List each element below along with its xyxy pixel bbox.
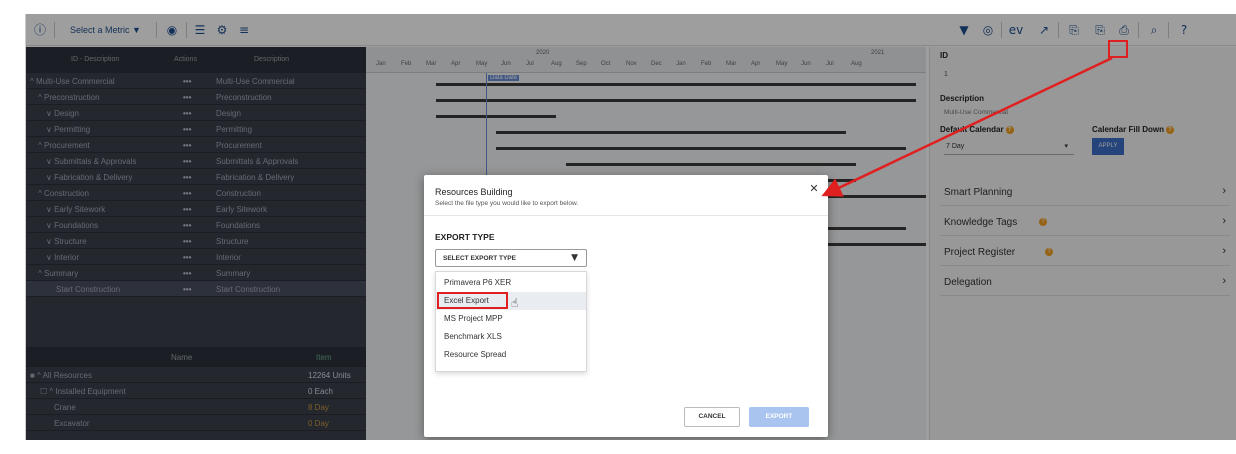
export-type-select-value: SELECT EXPORT TYPE: [443, 255, 516, 262]
dialog-divider: [424, 215, 828, 216]
option-ms-project-mpp[interactable]: MS Project MPP: [436, 310, 586, 328]
export-type-select[interactable]: SELECT EXPORT TYPE ▼: [435, 249, 587, 267]
option-resource-spread[interactable]: Resource Spread: [436, 346, 586, 364]
app-window: ⓘ Select a Metric ▼ ◉ ☰ ⚙ ≡ ▼ ◎ ev ↗ ⎘ ⎘…: [25, 14, 1236, 440]
option-label: Primavera P6 XER: [444, 278, 512, 287]
hand-cursor-icon: ☝: [511, 296, 519, 310]
export-icon-highlight: [1108, 40, 1128, 58]
export-type-options: Primavera P6 XER Excel Export MS Project…: [435, 271, 587, 372]
option-benchmark-xls[interactable]: Benchmark XLS: [436, 328, 586, 346]
export-button[interactable]: EXPORT: [749, 407, 809, 427]
option-label: Benchmark XLS: [444, 332, 502, 341]
export-dialog: Resources Building Select the file type …: [424, 175, 828, 437]
close-icon[interactable]: ✕: [808, 183, 820, 195]
caret-down-icon: ▼: [571, 253, 578, 263]
excel-export-highlight: [437, 292, 508, 309]
option-label: Resource Spread: [444, 350, 507, 359]
option-primavera-p6-xer[interactable]: Primavera P6 XER: [436, 274, 586, 292]
option-label: MS Project MPP: [444, 314, 503, 323]
dialog-subtitle: Select the file type you would like to e…: [435, 200, 579, 207]
cancel-button[interactable]: CANCEL: [684, 407, 740, 427]
dialog-title: Resources Building: [435, 187, 513, 197]
export-type-label: EXPORT TYPE: [435, 232, 495, 242]
